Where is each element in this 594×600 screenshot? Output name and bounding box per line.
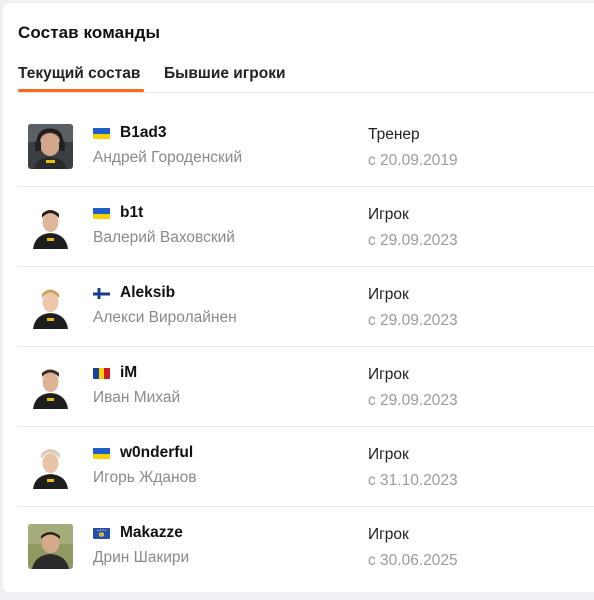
- tab-former-players-label: Бывшие игроки: [164, 65, 286, 82]
- kosovo-flag-icon: [93, 527, 110, 539]
- player-since-date: с 31.10.2023: [368, 472, 458, 489]
- player-nickname[interactable]: B1ad3: [120, 123, 167, 143]
- player-avatar[interactable]: [28, 204, 73, 249]
- player-since-date: с 29.09.2023: [368, 392, 458, 409]
- ukraine-flag-icon: [93, 447, 110, 459]
- team-roster-card: Состав команды Текущий состав Бывшие игр…: [3, 3, 594, 592]
- player-full-name: Андрей Городенский: [93, 149, 243, 166]
- player-nickname[interactable]: Makazze: [120, 523, 183, 543]
- player-role: Игрок: [368, 366, 409, 383]
- player-full-name: Алекси Виролайнен: [93, 309, 237, 326]
- player-avatar[interactable]: [28, 524, 73, 569]
- ukraine-flag-icon: [93, 127, 110, 139]
- roster-row[interactable]: iM Иван Михай Игрок с 29.09.2023: [18, 347, 594, 427]
- player-since-date: с 20.09.2019: [368, 152, 458, 169]
- ukraine-flag-icon: [93, 207, 110, 219]
- player-avatar[interactable]: [28, 284, 73, 329]
- player-full-name: Валерий Ваховский: [93, 229, 235, 246]
- player-avatar[interactable]: [28, 124, 73, 169]
- player-avatar[interactable]: [28, 364, 73, 409]
- roster-tabs: Текущий состав Бывшие игроки: [18, 62, 594, 92]
- player-nickname[interactable]: w0nderful: [120, 443, 193, 463]
- player-since-date: с 29.09.2023: [368, 312, 458, 329]
- player-since-date: с 29.09.2023: [368, 232, 458, 249]
- roster-row[interactable]: B1ad3 Андрей Городенский Тренер с 20.09.…: [18, 107, 594, 187]
- finland-flag-icon: [93, 287, 110, 299]
- player-nickname[interactable]: b1t: [120, 203, 143, 223]
- roster-row[interactable]: Aleksib Алекси Виролайнен Игрок с 29.09.…: [18, 267, 594, 347]
- player-role: Игрок: [368, 526, 409, 543]
- roster-list: B1ad3 Андрей Городенский Тренер с 20.09.…: [18, 107, 594, 586]
- player-nickname[interactable]: iM: [120, 363, 137, 383]
- player-role: Игрок: [368, 286, 409, 303]
- player-nickname[interactable]: Aleksib: [120, 283, 175, 303]
- tabs-divider: [18, 92, 594, 93]
- roster-row[interactable]: b1t Валерий Ваховский Игрок с 29.09.2023: [18, 187, 594, 267]
- player-role: Игрок: [368, 446, 409, 463]
- card-title: Состав команды: [18, 23, 161, 42]
- tab-former-players[interactable]: Бывшие игроки: [164, 62, 286, 92]
- player-full-name: Игорь Жданов: [93, 469, 197, 486]
- player-role: Тренер: [368, 126, 420, 143]
- tab-current-roster-label: Текущий состав: [18, 65, 141, 82]
- roster-row[interactable]: w0nderful Игорь Жданов Игрок с 31.10.202…: [18, 427, 594, 507]
- player-full-name: Дрин Шакири: [93, 549, 190, 566]
- tab-current-roster[interactable]: Текущий состав: [18, 62, 144, 92]
- player-avatar[interactable]: [28, 444, 73, 489]
- roster-row[interactable]: Makazze Дрин Шакири Игрок с 30.06.2025: [18, 507, 594, 586]
- player-role: Игрок: [368, 206, 409, 223]
- player-since-date: с 30.06.2025: [368, 552, 458, 569]
- player-full-name: Иван Михай: [93, 389, 181, 406]
- romania-flag-icon: [93, 367, 110, 379]
